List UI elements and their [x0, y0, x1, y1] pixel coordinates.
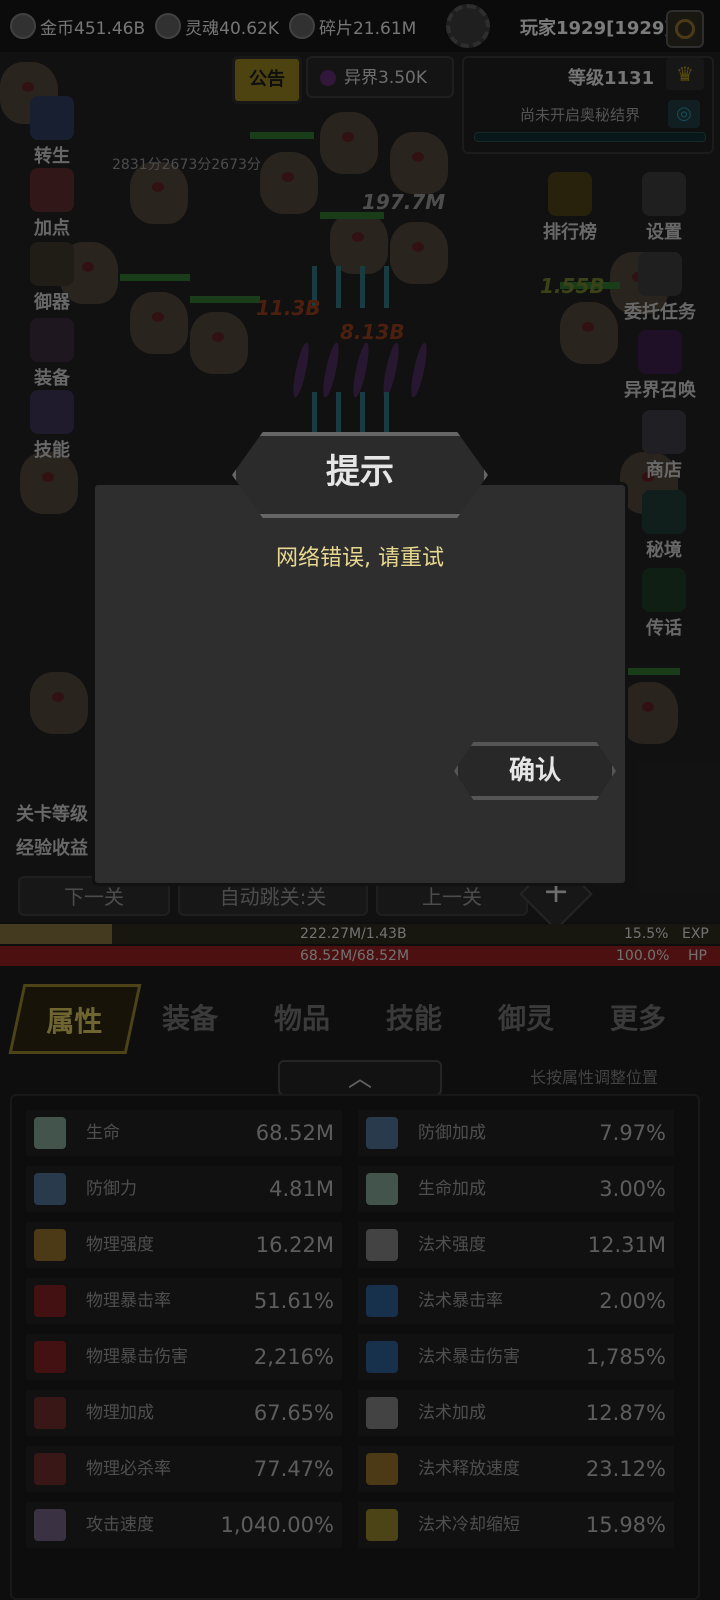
dialog-title: 提示 [326, 452, 394, 492]
dialog-message: 网络错误, 请重试 [276, 546, 444, 571]
confirm-button[interactable]: 确认 [454, 742, 616, 800]
